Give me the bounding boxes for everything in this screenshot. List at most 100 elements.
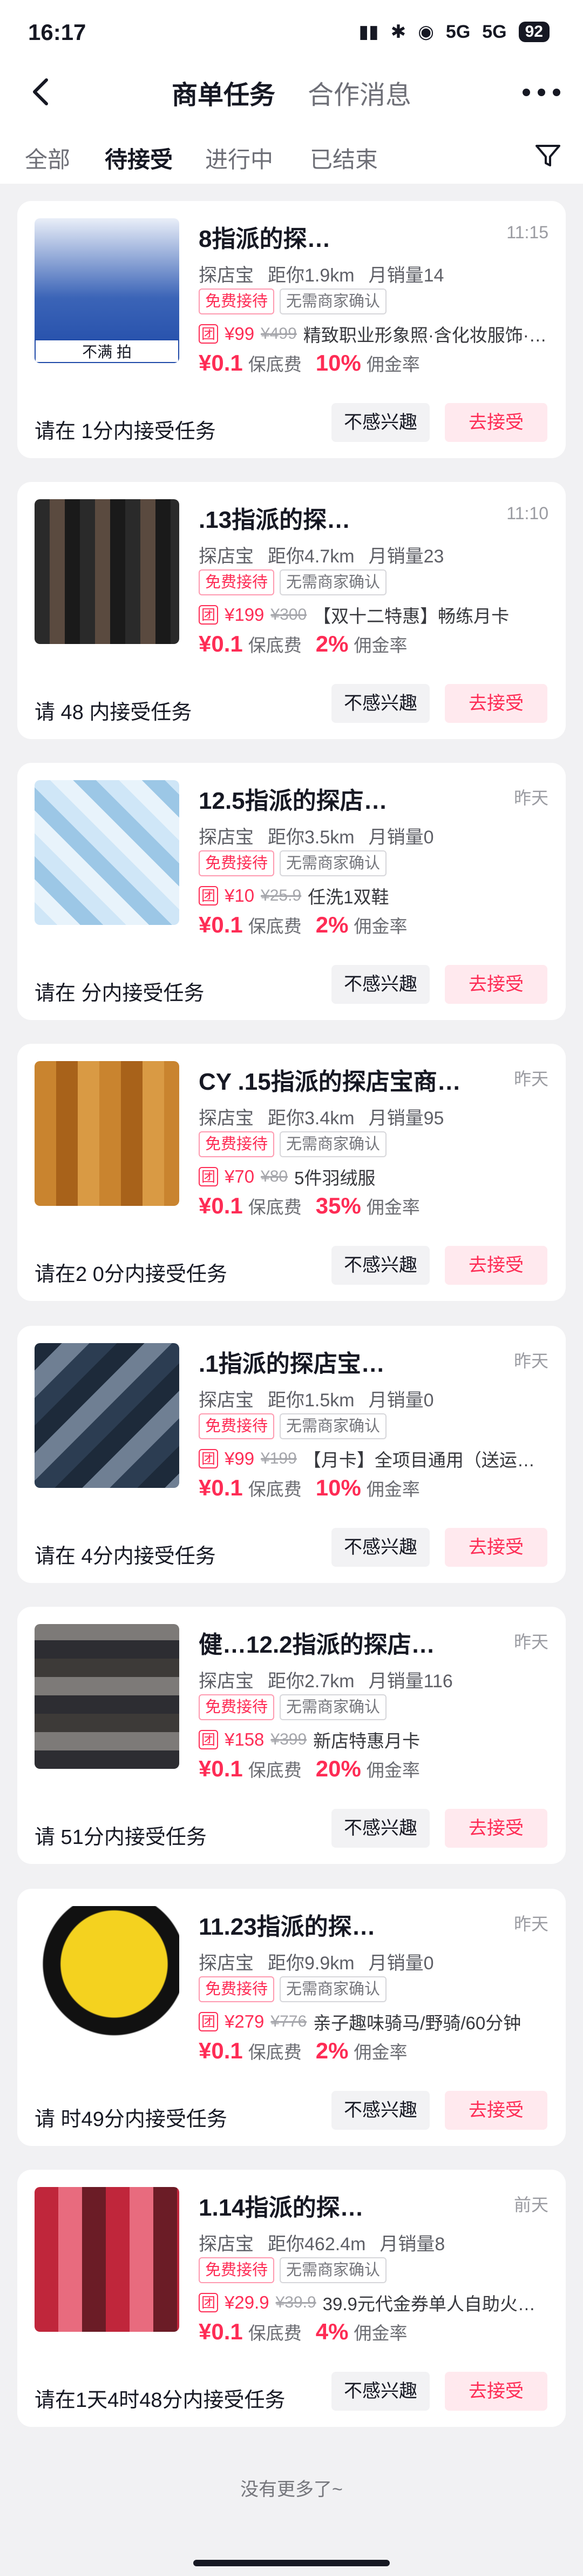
commission-rate: 2% bbox=[315, 631, 349, 656]
distance: 距你1.5km bbox=[268, 1390, 355, 1411]
free-reception-tag: 免费接待 bbox=[199, 1131, 275, 1157]
task-time: 昨天 bbox=[513, 1069, 548, 1089]
deal-line: 团 ¥99 ¥499 精致职业形象照·含化妆服饰·… bbox=[199, 321, 555, 347]
filter-finished[interactable]: 已结束 bbox=[310, 142, 378, 175]
task-title[interactable]: 12.5指派的探店… bbox=[199, 781, 479, 816]
task-title[interactable]: .13指派的探… bbox=[199, 500, 479, 535]
task-title[interactable]: .1指派的探店宝… bbox=[199, 1344, 479, 1379]
distance: 距你4.7km bbox=[268, 546, 355, 567]
fee-line: ¥0.1 保底费 2% 佣金率 bbox=[199, 631, 407, 657]
guarantee-fee: ¥0.1 bbox=[199, 631, 243, 656]
task-thumbnail[interactable] bbox=[35, 1343, 179, 1488]
task-time: 昨天 bbox=[513, 1914, 548, 1934]
accept-button[interactable]: 去接受 bbox=[445, 1809, 547, 1848]
not-interested-button[interactable]: 不感兴趣 bbox=[331, 1528, 430, 1567]
platform-name: 探店宝 bbox=[199, 1390, 254, 1411]
task-thumbnail[interactable] bbox=[35, 780, 179, 925]
task-card[interactable]: 1.14指派的探… 前天 探店宝 距你462.4m 月销量8 免费接待 无需商家确认团 ¥29… bbox=[17, 2170, 566, 2427]
nav-header: 商单任务 合作消息 bbox=[0, 64, 583, 120]
task-time: 昨天 bbox=[513, 1351, 548, 1371]
tab-cooperation-messages[interactable]: 合作消息 bbox=[308, 73, 411, 111]
no-more-text: 没有更多了~ bbox=[240, 2479, 343, 2500]
monthly-sales: 月销量14 bbox=[368, 265, 444, 286]
not-interested-button[interactable]: 不感兴趣 bbox=[331, 403, 430, 442]
original-price: ¥25.9 bbox=[261, 887, 302, 904]
deal-line: 团 ¥10 ¥25.9 任洗1双鞋 bbox=[199, 883, 555, 909]
free-reception-tag: 免费接待 bbox=[199, 1694, 275, 1720]
accept-deadline: 请 51分内接受任务 bbox=[35, 1826, 207, 1849]
commission-rate-label: 佣金率 bbox=[366, 354, 420, 374]
fee-line: ¥0.1 保底费 2% 佣金率 bbox=[199, 2038, 407, 2064]
mute-icon: ▮▮ bbox=[358, 22, 379, 42]
task-thumbnail[interactable] bbox=[35, 499, 179, 644]
original-price: ¥199 bbox=[261, 1450, 297, 1467]
guarantee-fee: ¥0.1 bbox=[199, 350, 243, 375]
free-reception-tag: 免费接待 bbox=[199, 850, 275, 876]
accept-button[interactable]: 去接受 bbox=[445, 1246, 547, 1285]
filter-in-progress[interactable]: 进行中 bbox=[205, 142, 273, 175]
filter-all[interactable]: 全部 bbox=[25, 142, 70, 175]
not-interested-button[interactable]: 不感兴趣 bbox=[331, 2372, 430, 2411]
commission-rate-label: 佣金率 bbox=[354, 635, 408, 655]
group-deal-badge: 团 bbox=[199, 324, 218, 344]
tab-business-tasks[interactable]: 商单任务 bbox=[172, 73, 275, 111]
task-card[interactable]: 健…12.2指派的探店… 昨天 探店宝 距你2.7km 月销量116 免费接待 无需商家确认… bbox=[17, 1607, 566, 1864]
guarantee-fee-label: 保底费 bbox=[248, 2323, 302, 2343]
home-indicator[interactable] bbox=[193, 2560, 390, 2566]
guarantee-fee: ¥0.1 bbox=[199, 1756, 243, 1781]
not-interested-button[interactable]: 不感兴趣 bbox=[331, 1246, 430, 1285]
commission-rate: 20% bbox=[315, 1756, 361, 1781]
task-card[interactable]: .1指派的探店宝… 昨天 探店宝 距你1.5km 月销量0 免费接待 无需商家确认团 ¥99 ¥… bbox=[17, 1326, 566, 1583]
task-card[interactable]: .13指派的探… 11:10 探店宝 距你4.7km 月销量23 免费接待 无需商家确认团 ¥… bbox=[17, 482, 566, 739]
task-thumbnail[interactable] bbox=[35, 1061, 179, 1206]
accept-button[interactable]: 去接受 bbox=[445, 684, 547, 723]
platform-name: 探店宝 bbox=[199, 2234, 254, 2255]
guarantee-fee-label: 保底费 bbox=[248, 916, 302, 936]
tag-line: 免费接待 无需商家确认 bbox=[199, 2257, 387, 2283]
task-meta: 探店宝 距你4.7km 月销量23 bbox=[199, 541, 458, 568]
task-meta: 探店宝 距你1.5km 月销量0 bbox=[199, 1385, 448, 1412]
original-price: ¥776 bbox=[270, 2013, 307, 2030]
original-price: ¥300 bbox=[270, 606, 307, 623]
no-confirm-tag: 无需商家确认 bbox=[280, 850, 387, 876]
platform-name: 探店宝 bbox=[199, 1108, 254, 1129]
task-thumbnail[interactable] bbox=[35, 2187, 179, 2332]
more-options-icon[interactable] bbox=[523, 79, 560, 106]
accept-button[interactable]: 去接受 bbox=[445, 2091, 547, 2130]
task-thumbnail[interactable] bbox=[35, 1906, 179, 2051]
task-card[interactable]: 11.23指派的探… 昨天 探店宝 距你9.9km 月销量0 免费接待 无需商家确认团 ¥27… bbox=[17, 1889, 566, 2146]
not-interested-button[interactable]: 不感兴趣 bbox=[331, 965, 430, 1004]
filter-icon[interactable] bbox=[533, 140, 562, 170]
no-confirm-tag: 无需商家确认 bbox=[280, 569, 387, 595]
task-time: 11:10 bbox=[506, 504, 548, 523]
deal-line: 团 ¥29.9 ¥39.9 39.9元代金券单人自助火… bbox=[199, 2290, 555, 2316]
guarantee-fee-label: 保底费 bbox=[248, 354, 302, 374]
accept-button[interactable]: 去接受 bbox=[445, 1528, 547, 1567]
not-interested-button[interactable]: 不感兴趣 bbox=[331, 1809, 430, 1848]
task-card[interactable]: 不满 拍 8指派的探… 11:15 探店宝 距你1.9km 月销量14 免费接待 无需商家确认… bbox=[17, 201, 566, 458]
task-title[interactable]: 1.14指派的探… bbox=[199, 2188, 479, 2223]
task-thumbnail[interactable]: 不满 拍 bbox=[35, 218, 179, 363]
task-title[interactable]: CY .15指派的探店宝商… bbox=[199, 1062, 479, 1097]
accept-button[interactable]: 去接受 bbox=[445, 403, 547, 442]
original-price: ¥499 bbox=[261, 325, 297, 343]
accept-deadline: 请在2 0分内接受任务 bbox=[35, 1263, 227, 1286]
task-card[interactable]: CY .15指派的探店宝商… 昨天探店宝 距你3.4km 月销量95 免费接待 无需商家确… bbox=[17, 1044, 566, 1301]
task-title[interactable]: 健…12.2指派的探店… bbox=[199, 1625, 479, 1660]
task-title[interactable]: 11.23指派的探… bbox=[199, 1907, 479, 1942]
filter-bar: 全部 待接受 进行中 已结束 bbox=[0, 120, 583, 184]
commission-rate: 10% bbox=[315, 1475, 361, 1500]
filter-pending[interactable]: 待接受 bbox=[105, 142, 173, 175]
deal-line: 团 ¥99 ¥199 【月卡】全项目通用（送运… bbox=[199, 1446, 555, 1472]
accept-button[interactable]: 去接受 bbox=[445, 965, 547, 1004]
guarantee-fee-label: 保底费 bbox=[248, 1197, 302, 1217]
accept-button[interactable]: 去接受 bbox=[445, 2372, 547, 2411]
not-interested-button[interactable]: 不感兴趣 bbox=[331, 2091, 430, 2130]
no-confirm-tag: 无需商家确认 bbox=[280, 1131, 387, 1157]
thumbnail-label: 不满 拍 bbox=[35, 339, 179, 363]
task-title[interactable]: 8指派的探… bbox=[199, 219, 479, 254]
not-interested-button[interactable]: 不感兴趣 bbox=[331, 684, 430, 723]
task-thumbnail[interactable] bbox=[35, 1624, 179, 1769]
task-card[interactable]: 12.5指派的探店… 昨天 探店宝 距你3.5km 月销量0 免费接待 无需商家确认团 ¥10… bbox=[17, 763, 566, 1020]
task-meta: 探店宝 距你3.4km 月销量95 bbox=[199, 1103, 458, 1130]
